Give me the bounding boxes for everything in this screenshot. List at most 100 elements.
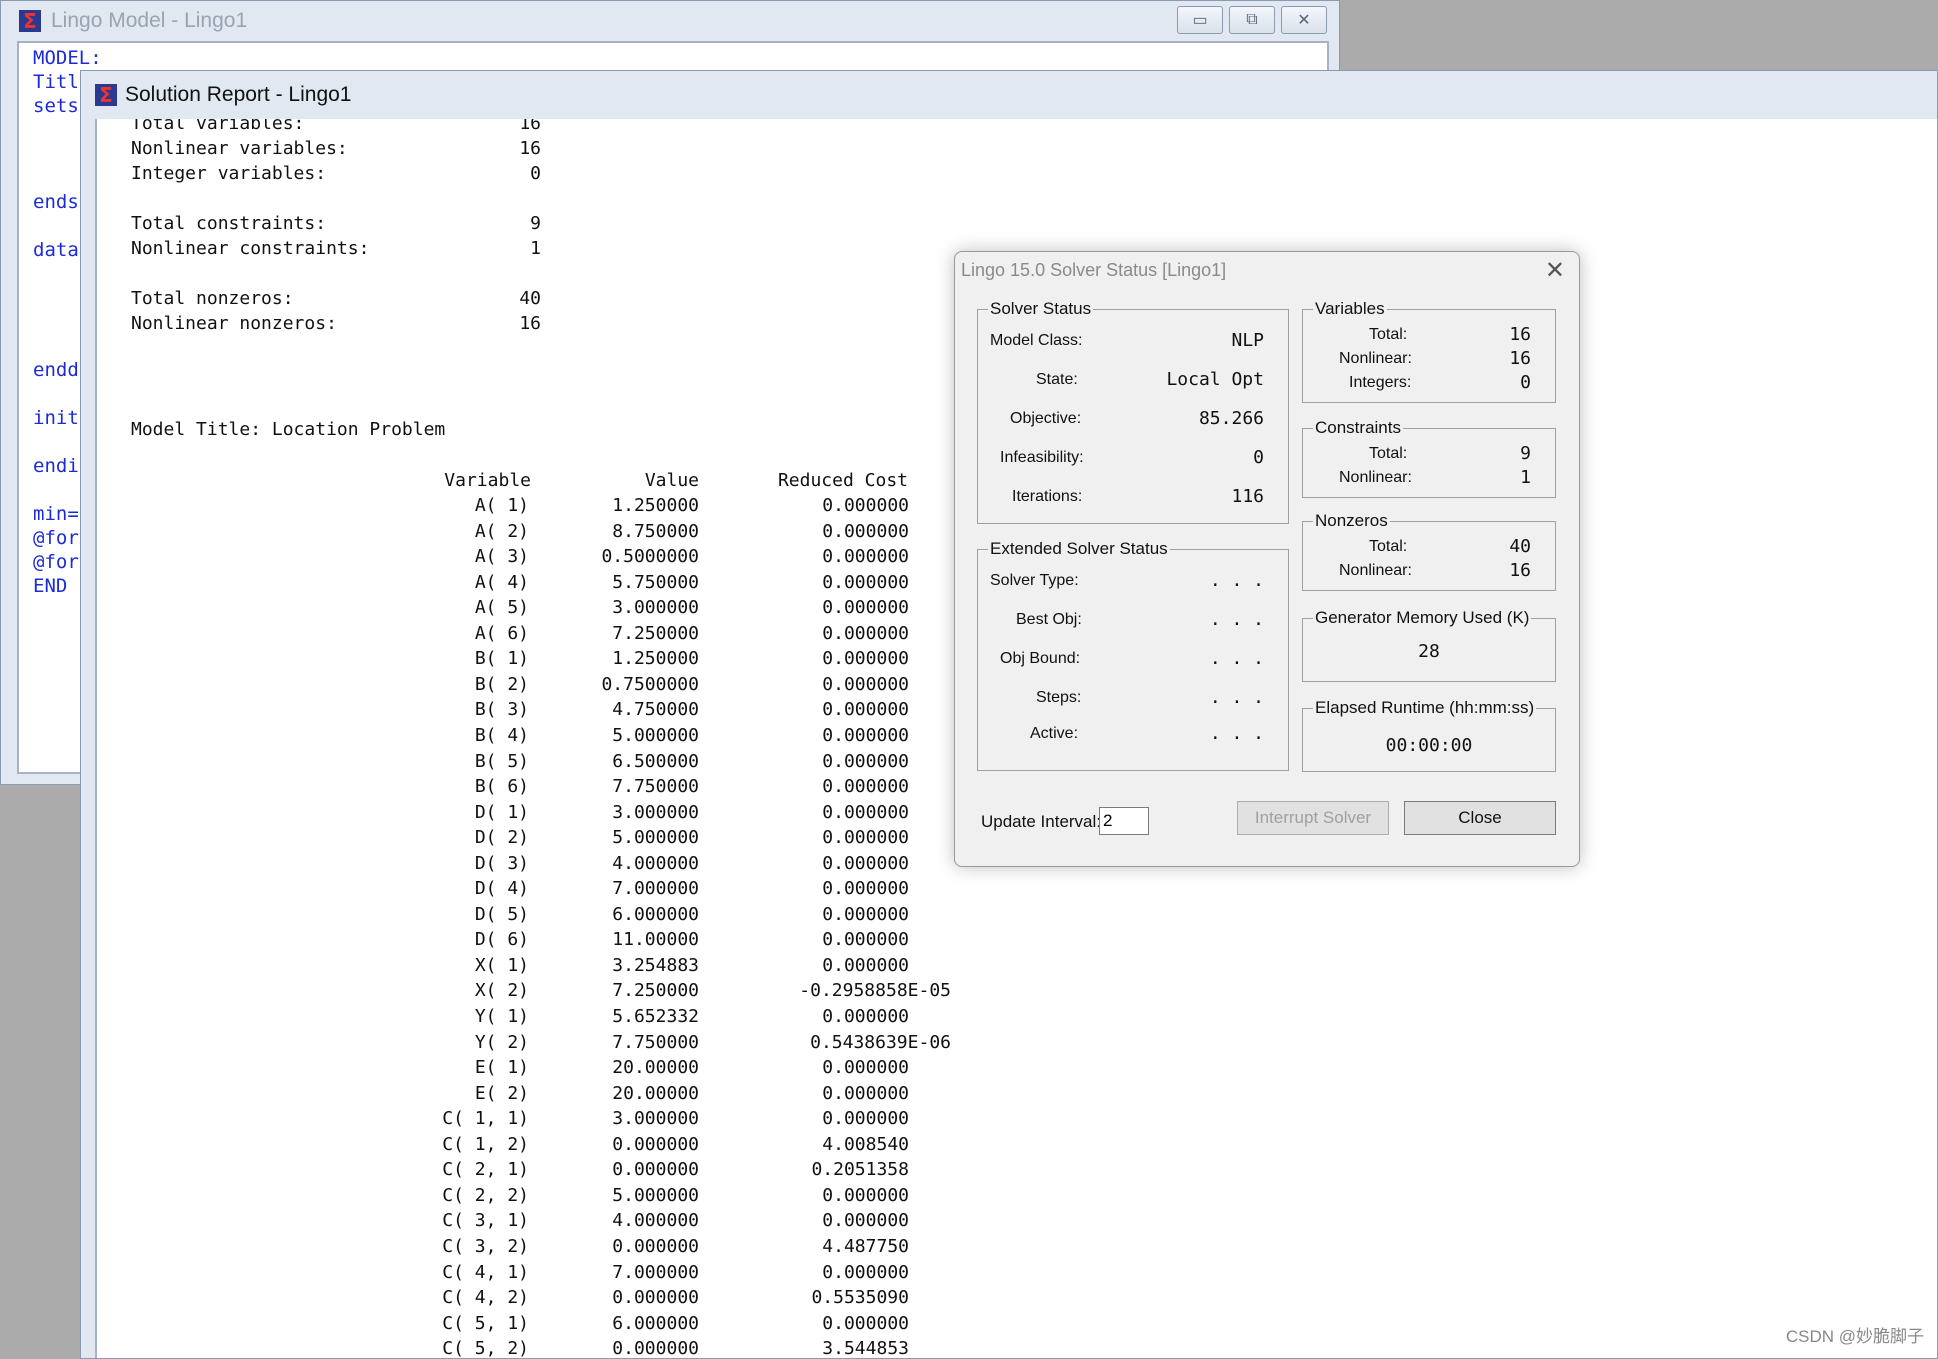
table-row-variable: E( 2) bbox=[474, 1082, 529, 1104]
table-row-reduced-cost: 0.000000 bbox=[822, 648, 909, 670]
stat-value: 40 bbox=[519, 288, 541, 309]
group-title: Constraints bbox=[1313, 418, 1403, 438]
stat-label: Total nonzeros: bbox=[131, 288, 294, 309]
dialog-close-icon[interactable]: ✕ bbox=[1545, 256, 1565, 285]
nonzeros-group: Nonzeros Total: 40 Nonlinear: 16 bbox=[1302, 511, 1556, 591]
table-row-variable: A( 2) bbox=[474, 520, 529, 542]
table-row-reduced-cost: 0.000000 bbox=[822, 776, 909, 798]
table-row-variable: C( 2, 1) bbox=[442, 1159, 529, 1181]
table-row-variable: A( 5) bbox=[474, 597, 529, 619]
table-row-variable: B( 5) bbox=[474, 750, 529, 772]
table-row-value: 3.000000 bbox=[612, 1108, 699, 1130]
close-icon: ✕ bbox=[1297, 12, 1311, 29]
table-row-value: 20.00000 bbox=[612, 1082, 699, 1104]
code-line: @for bbox=[33, 551, 79, 573]
obj-bound-value: . . . bbox=[1209, 648, 1264, 669]
model-class-value: NLP bbox=[1231, 330, 1264, 351]
solver-type-value: . . . bbox=[1209, 570, 1264, 591]
active-value: . . . bbox=[1209, 723, 1264, 744]
code-line: ends bbox=[33, 191, 79, 213]
table-row-value: 7.000000 bbox=[612, 878, 699, 900]
minimize-icon: ▭ bbox=[1192, 12, 1208, 29]
table-row-reduced-cost: 4.487750 bbox=[822, 1235, 909, 1257]
table-row-reduced-cost: 0.000000 bbox=[822, 929, 909, 951]
table-row-reduced-cost: 0.000000 bbox=[822, 546, 909, 568]
nonzeros-nonlinear-value: 16 bbox=[1509, 560, 1531, 581]
stat-value: 9 bbox=[530, 213, 541, 234]
table-row-reduced-cost: 0.000000 bbox=[822, 1261, 909, 1283]
table-row-variable: C( 2, 2) bbox=[442, 1184, 529, 1206]
table-row-value: 3.254883 bbox=[612, 954, 699, 976]
report-titlebar[interactable]: Σ Solution Report - Lingo1 bbox=[81, 71, 1937, 119]
minimize-button[interactable]: ▭ bbox=[1177, 6, 1223, 34]
objective-label: Objective: bbox=[1010, 410, 1082, 427]
variables-total-label: Total: bbox=[1369, 326, 1408, 343]
table-row-reduced-cost: 0.000000 bbox=[822, 1057, 909, 1079]
stat-value: 0 bbox=[530, 163, 541, 184]
table-row-variable: D( 2) bbox=[474, 827, 529, 849]
elapsed-runtime-value: 00:00:00 bbox=[1385, 735, 1473, 756]
active-label: Active: bbox=[1030, 725, 1079, 742]
table-row-reduced-cost: 0.000000 bbox=[822, 750, 909, 772]
code-line: END bbox=[33, 575, 68, 597]
code-line: init bbox=[33, 407, 79, 429]
table-row-variable: D( 4) bbox=[474, 878, 529, 900]
table-row-value: 11.00000 bbox=[612, 929, 699, 951]
watermark: CSDN @妙脆脚子 bbox=[1785, 1327, 1924, 1346]
table-row-reduced-cost: 0.000000 bbox=[822, 878, 909, 900]
table-row-value: 4.750000 bbox=[612, 699, 699, 721]
table-row-value: 0.000000 bbox=[612, 1159, 699, 1181]
stat-value: 16 bbox=[519, 138, 541, 159]
constraints-nonlinear-label: Nonlinear: bbox=[1339, 469, 1412, 486]
steps-value: . . . bbox=[1209, 687, 1264, 708]
dialog-title: Lingo 15.0 Solver Status [Lingo1] bbox=[961, 260, 1227, 280]
constraints-group: Constraints Total: 9 Nonlinear: 1 bbox=[1302, 418, 1556, 498]
table-row-variable: A( 3) bbox=[474, 546, 529, 568]
table-row-variable: D( 6) bbox=[474, 929, 529, 951]
table-row-value: 0.000000 bbox=[612, 1235, 699, 1257]
table-row-reduced-cost: 0.000000 bbox=[822, 495, 909, 516]
table-row-variable: C( 4, 2) bbox=[442, 1287, 529, 1309]
solver-status-group: Solver Status Model Class: NLP State: Lo… bbox=[977, 299, 1289, 524]
table-row-value: 4.000000 bbox=[612, 1210, 699, 1232]
table-row-value: 20.00000 bbox=[612, 1057, 699, 1079]
group-title: Elapsed Runtime (hh:mm:ss) bbox=[1313, 698, 1537, 718]
table-row-value: 7.250000 bbox=[612, 622, 699, 644]
group-title: Variables bbox=[1313, 299, 1387, 319]
table-row-reduced-cost: 0.000000 bbox=[822, 1108, 909, 1130]
model-class-label: Model Class: bbox=[990, 332, 1083, 349]
variables-nonlinear-label: Nonlinear: bbox=[1339, 350, 1412, 367]
table-row-reduced-cost: 0.000000 bbox=[822, 699, 909, 721]
interrupt-solver-button[interactable]: Interrupt Solver bbox=[1237, 801, 1389, 835]
column-header-reduced-cost: Reduced Cost bbox=[777, 470, 908, 491]
table-row-reduced-cost: 0.000000 bbox=[822, 1006, 909, 1027]
group-title: Generator Memory Used (K) bbox=[1313, 608, 1532, 628]
nonzeros-total-label: Total: bbox=[1369, 538, 1408, 555]
table-row-variable: B( 4) bbox=[474, 724, 529, 746]
nonzeros-nonlinear-label: Nonlinear: bbox=[1339, 562, 1412, 579]
update-interval-input[interactable] bbox=[1099, 807, 1149, 835]
table-row-value: 6.000000 bbox=[612, 1312, 699, 1334]
close-button[interactable]: ✕ bbox=[1281, 6, 1327, 34]
stat-value: 16 bbox=[519, 313, 541, 334]
table-row-value: 1.250000 bbox=[612, 648, 699, 670]
close-dialog-button[interactable]: Close bbox=[1404, 801, 1556, 835]
stat-label: Nonlinear constraints: bbox=[131, 238, 370, 259]
maximize-button[interactable]: ⧉ bbox=[1229, 6, 1275, 34]
best-obj-value: . . . bbox=[1209, 609, 1264, 630]
constraints-nonlinear-value: 1 bbox=[1520, 467, 1531, 488]
table-row-value: 0.000000 bbox=[612, 1338, 699, 1358]
nonzeros-total-value: 40 bbox=[1509, 536, 1531, 557]
table-row-value: 5.652332 bbox=[612, 1006, 699, 1027]
table-row-reduced-cost: 0.5438639E-06 bbox=[810, 1031, 951, 1053]
table-row-value: 7.000000 bbox=[612, 1261, 699, 1283]
table-row-variable: C( 5, 2) bbox=[442, 1338, 529, 1358]
table-row-variable: A( 1) bbox=[474, 495, 529, 516]
table-row-variable: C( 3, 1) bbox=[442, 1210, 529, 1232]
code-line: Titl bbox=[33, 71, 79, 93]
infeasibility-value: 0 bbox=[1253, 447, 1264, 468]
state-label: State: bbox=[1036, 371, 1078, 388]
model-titlebar[interactable]: Σ Lingo Model - Lingo1 bbox=[1, 1, 1339, 41]
iterations-label: Iterations: bbox=[1012, 488, 1083, 505]
table-row-reduced-cost: 0.000000 bbox=[822, 622, 909, 644]
